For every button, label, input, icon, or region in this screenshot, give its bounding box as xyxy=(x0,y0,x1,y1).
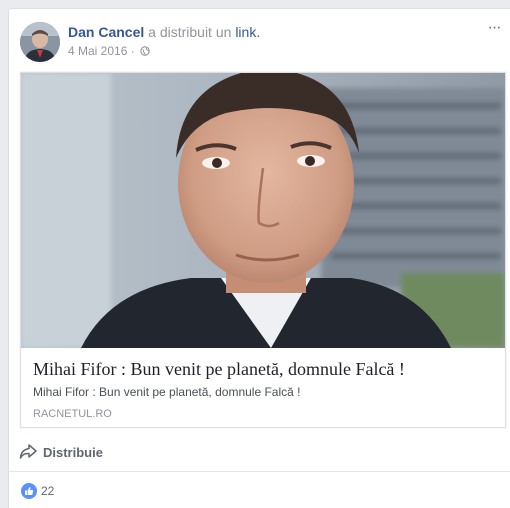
avatar[interactable] xyxy=(20,22,60,62)
like-count[interactable]: 22 xyxy=(41,484,54,498)
portrait-photo xyxy=(21,73,505,348)
post-header: Dan Cancel a distribuit un link. xyxy=(68,24,260,40)
divider xyxy=(9,471,510,472)
post-meta: 4 Mai 2016 · xyxy=(68,44,150,58)
link-preview-image[interactable] xyxy=(21,73,505,348)
meta-separator: · xyxy=(130,44,135,58)
link-domain: RACNETUL.RO xyxy=(33,408,112,420)
feed-post: Dan Cancel a distribuit un link. 4 Mai 2… xyxy=(8,8,510,508)
action-link[interactable]: link. xyxy=(235,24,260,40)
like-icon xyxy=(21,483,37,499)
more-options-icon[interactable]: ··· xyxy=(484,20,504,37)
post-date[interactable]: 4 Mai 2016 xyxy=(68,44,127,58)
link-description: Mihai Fifor : Bun venit pe planetă, domn… xyxy=(33,385,301,399)
link-preview-card[interactable]: Mihai Fifor : Bun venit pe planetă, domn… xyxy=(20,72,506,428)
share-button[interactable]: Distribuie xyxy=(19,441,103,463)
share-icon xyxy=(19,444,37,459)
avatar-image xyxy=(20,22,60,62)
link-title[interactable]: Mihai Fifor : Bun venit pe planetă, domn… xyxy=(33,359,405,380)
author-name[interactable]: Dan Cancel xyxy=(68,24,144,40)
reactions-summary[interactable]: 22 xyxy=(21,483,54,499)
globe-icon[interactable] xyxy=(140,46,150,56)
action-text: a distribuit un xyxy=(148,24,232,40)
share-label: Distribuie xyxy=(43,444,103,460)
